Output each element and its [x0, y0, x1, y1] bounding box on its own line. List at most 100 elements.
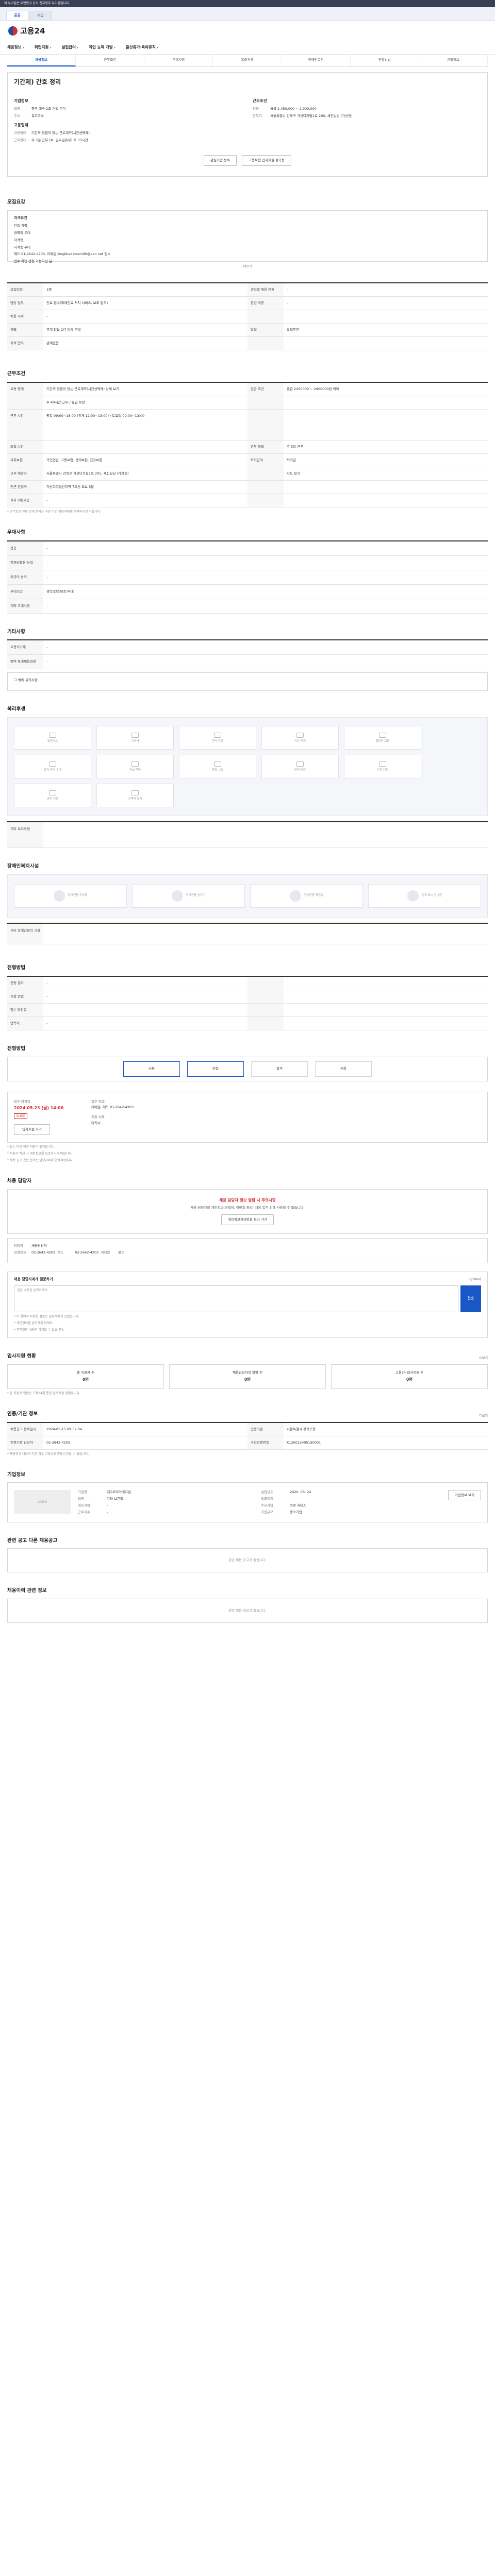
company-section: 기업정보 LOGO 기업명 (주)코리아메디컬 설립년도 2020. 03. 24 … — [7, 1472, 488, 1522]
apply-button[interactable]: 입사지원 하기 — [14, 1124, 50, 1135]
welfare-choice: 선택적 복지 — [96, 784, 174, 808]
other-section: 기타사항 고용허가제 - 병역 특례채용희망 - 그 밖에 유의사항 — [7, 629, 488, 691]
welfare-commute: 출퇴근 교통 — [344, 726, 421, 750]
requirements-section: 모집요강 자격요건 간호 경력 경력직 우대 자격증 자격증 우대 헤드 01-… — [7, 199, 488, 269]
send-button[interactable]: 전송 — [460, 1285, 481, 1312]
option-radio-2[interactable]: 경력직 우대 — [14, 231, 30, 235]
medal-icon — [49, 761, 56, 767]
welfare-health: 건강 검진 — [344, 755, 421, 779]
process-section: 전형방법 서류 면접 합격 채용 — [7, 1046, 488, 1081]
section-tab-recruit[interactable]: 채용정보 — [7, 55, 76, 66]
section-tab-prefer[interactable]: 우대사항 — [144, 55, 213, 66]
apply-disabled-button[interactable]: 고용보험 입사지원 불가능 — [242, 155, 291, 166]
resort-icon — [214, 761, 221, 767]
step-document: 서류 — [123, 1061, 180, 1077]
job-detail-grid: 모집인원 1명 경력별 채용 인원 - 담당 업무 진료 접수(외래진료·처치 서비스,… — [7, 282, 488, 350]
inquiry-section: 채용 담당자에게 질문하기 0/500자 질문 내용을 입력하세요. 전송 * 이… — [7, 1272, 488, 1338]
tab-business[interactable]: 개업 — [29, 10, 52, 20]
prefer-section: 우대사항 전공 - 컴퓨터활용 능력 - 외국어 능력 - 우대조건 경력(간호보조)우… — [7, 530, 488, 614]
disabled-restroom: 장애인용 화장실 — [250, 884, 363, 908]
work-label: 근무조건 — [253, 98, 267, 103]
map-button[interactable]: 지도 보기 — [284, 467, 488, 481]
kpi-applied: 고용24 입사지원 수 0명 — [331, 1364, 488, 1389]
welfare-bus: 통근버스 — [14, 726, 91, 750]
gnb-item-jobs[interactable]: 채용정보 — [7, 45, 24, 50]
meta-section: 인증/기관 정보 더보기 채용공고 등록일시 2024-05-15 09:57:04… — [7, 1411, 488, 1456]
site-header: 고용24 — [0, 21, 495, 41]
welfare-longterm: 장기 근속 우대 — [14, 755, 91, 779]
browser-tabs: 공공 개업 — [0, 7, 495, 21]
welfare-tuition: 자녀 학비 — [96, 755, 174, 779]
welfare-pension: 퇴직 연금 — [261, 755, 339, 779]
section-tabs: 채용정보 근무조건 우대사항 복리후생 장애인복지 전형방법 기업정보 — [7, 55, 488, 67]
recruit-label: 고용형태 — [14, 122, 28, 127]
option-radio-6[interactable]: 접수 확인 전형 가능하신 분 — [14, 259, 52, 264]
option-radio-1[interactable]: 간호 경력 — [14, 224, 27, 228]
step-pass: 합격 — [251, 1061, 308, 1077]
deadline-date: 2024.05.23 (금) 14:00 — [14, 1106, 64, 1111]
gnb-item-benefit[interactable]: 실업급여 — [61, 45, 78, 50]
welfare-section: 복리후생 통근버스 기숙사 주택 자금 식사 지원 출퇴근 교통 장기 근속 우… — [7, 706, 488, 849]
dday-badge: D-6일 — [14, 1113, 28, 1120]
work-conditions-section: 근무조건 고용 형태 기간의 정함이 있는 근로계약(시간선택제) 상세 보기 임금… — [7, 371, 488, 514]
kpi-total: 총 지원자 수 0명 — [7, 1364, 164, 1389]
interest-button[interactable]: 관심기업 등록 — [204, 155, 237, 166]
status-section: 입사지원 현황 더보기 총 지원자 수 0명 채용담당자의 열람 수 0명 고용24 … — [7, 1353, 488, 1395]
tab-public[interactable]: 공공 — [6, 10, 28, 20]
book-icon — [131, 761, 139, 767]
section-tab-work[interactable]: 근무조건 — [76, 55, 145, 66]
welfare-resort: 휴양 시설 — [179, 755, 256, 779]
warning-title: 채용 담당자 정보 열람 시 주의사항 — [219, 1197, 276, 1202]
deadline-section: 접수 마감일 2024.05.23 (금) 14:00 D-6일 입사지원 하기… — [7, 1091, 488, 1163]
inquiry-textarea[interactable]: 질문 내용을 입력하세요. — [14, 1285, 458, 1312]
restroom-icon — [289, 890, 301, 902]
section-tab-company[interactable]: 기업정보 — [419, 55, 488, 66]
option-radio-4[interactable]: 자격증 우대 — [14, 245, 30, 250]
gnb-item-support[interactable]: 취업지원 — [35, 45, 52, 50]
braille-icon — [407, 890, 419, 902]
gov-notice-text: 이 누리집은 대한민국 공식 전자정부 누리집입니다. — [4, 1, 70, 5]
privacy-policy-button[interactable]: 개인정보처리방침 보러 가기 — [221, 1214, 274, 1225]
job-summary: 기간제) 간호 정리 기업정보 업종 중부 대구 2조 기업 주식 주소 복지주소 … — [7, 72, 488, 177]
welfare-study: 공부 지원 — [14, 784, 91, 808]
meal-icon — [296, 732, 304, 738]
health-icon — [379, 761, 386, 767]
company-logo: LOGO — [14, 1490, 71, 1514]
gnb-item-training[interactable]: 직업 능력 개발 — [89, 45, 116, 50]
status-more-link[interactable]: 더보기 — [479, 1357, 488, 1361]
screen-info-section: 전형방법 전형 절차 - 지원 방법 - 접수 마감일 - 연락처 - — [7, 965, 488, 1030]
section-tab-welfare[interactable]: 복리후생 — [213, 55, 282, 66]
option-radio-3[interactable]: 자격증 — [14, 238, 23, 243]
disabled-braille: 점자 표시 안내판 — [368, 884, 481, 908]
gnb-item-leave[interactable]: 출산휴가·육아휴직 — [126, 45, 158, 50]
site-logo[interactable]: 고용24 — [8, 26, 45, 36]
kpi-viewed: 채용담당자의 열람 수 0명 — [169, 1364, 326, 1389]
taegeuk-logo-icon — [8, 26, 18, 36]
disabled-elevator: 장애인용 승강기 — [132, 884, 245, 908]
gift-icon — [131, 790, 139, 795]
parking-icon — [53, 890, 65, 902]
study-icon — [49, 790, 56, 795]
job-title: 기간제) 간호 정리 — [14, 78, 61, 86]
welfare-dorm: 기숙사 — [96, 726, 174, 750]
bus-icon — [49, 732, 56, 738]
bed-icon — [131, 732, 139, 738]
option-radio-5[interactable]: 헤드 01-2642-4203, 이메일 kingkkaz ndemitb@aa… — [14, 252, 110, 257]
meta-more-link[interactable]: 더보기 — [479, 1414, 488, 1418]
gov-notice-bar: 이 누리집은 대한민국 공식 전자정부 누리집입니다. — [0, 0, 495, 7]
disabled-facility-section: 장애인복지시설 장애인용 주차장 장애인용 승강기 장애인용 화장실 점자 표시… — [7, 863, 488, 945]
logo-text: 고용24 — [20, 26, 45, 36]
global-nav: 채용정보 취업지원 실업급여 직업 능력 개발 출산휴가·육아휴직 — [0, 41, 495, 55]
company-info-button[interactable]: 기업정보 보기 — [448, 1490, 481, 1501]
house-icon — [214, 732, 221, 738]
step-hire: 채용 — [315, 1061, 372, 1077]
welfare-housing: 주택 자금 — [179, 726, 256, 750]
elevator-icon — [171, 890, 183, 902]
section-tab-screen[interactable]: 전형방법 — [351, 55, 419, 66]
welfare-meal: 식사 지원 — [261, 726, 339, 750]
similar-jobs-section: 관련 공고 다른 채용공고 관련 채용 공고가 없습니다. — [7, 1538, 488, 1573]
more-link[interactable]: 더보기 — [7, 265, 488, 269]
section-tab-disabled[interactable]: 장애인복지 — [282, 55, 351, 66]
disabled-parking: 장애인용 주차장 — [14, 884, 127, 908]
coin-icon — [296, 761, 304, 767]
